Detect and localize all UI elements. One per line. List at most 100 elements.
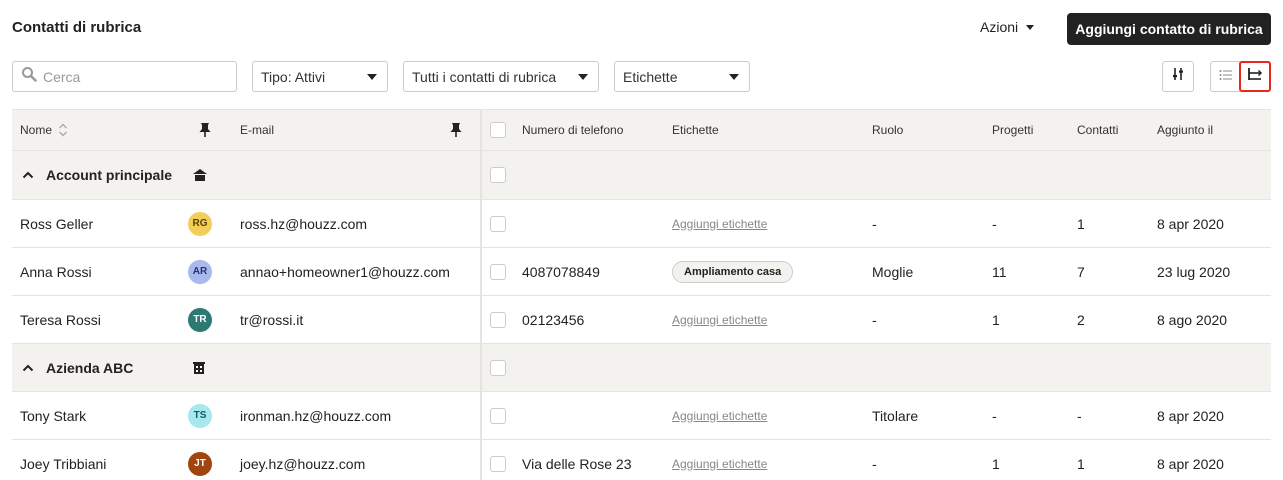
pinned-columns-divider	[480, 200, 482, 247]
column-header-name[interactable]: Nome	[20, 110, 68, 150]
group-toggle[interactable]: Account principale	[22, 151, 172, 199]
group-row[interactable]: Azienda ABC	[12, 344, 1271, 392]
pinned-columns-divider	[480, 392, 482, 439]
contact-contacts: 7	[1077, 263, 1085, 280]
avatar-cell: AR	[188, 248, 212, 295]
table-row[interactable]: Ross Geller RG ross.hz@houzz.com Aggiung…	[12, 200, 1271, 248]
contact-projects: 1	[992, 455, 1000, 472]
filter-bar: Tipo: Attivi Tutti i contatti di rubrica…	[0, 61, 1283, 93]
row-checkbox[interactable]	[490, 215, 506, 232]
contact-phone: 02123456	[522, 311, 585, 328]
sort-icon	[58, 123, 68, 137]
tag-badge[interactable]: Ampliamento casa	[672, 260, 794, 283]
column-header-phone[interactable]: Numero di telefono	[522, 110, 623, 150]
search-input[interactable]	[43, 68, 223, 85]
contact-name[interactable]: Ross Geller	[20, 200, 93, 247]
pinned-columns-divider	[480, 440, 482, 480]
contact-email: joey.hz@houzz.com	[240, 455, 366, 472]
tags-filter-label: Etichette	[623, 68, 678, 85]
row-checkbox[interactable]	[490, 311, 506, 328]
contact-projects: 1	[992, 311, 1000, 328]
column-header-added[interactable]: Aggiunto il	[1157, 110, 1213, 150]
book-filter-label: Tutti i contatti di rubrica	[412, 68, 557, 85]
contact-projects: -	[992, 407, 997, 424]
list-view-button[interactable]	[1210, 61, 1242, 92]
actions-menu-button[interactable]: Azioni	[980, 19, 1035, 35]
row-checkbox[interactable]	[490, 455, 506, 472]
contact-added: 23 lug 2020	[1157, 263, 1231, 280]
contact-added: 8 ago 2020	[1157, 311, 1228, 328]
type-filter-label: Tipo: Attivi	[261, 68, 326, 85]
actions-label: Azioni	[980, 19, 1019, 35]
column-header-name-label: Nome	[20, 123, 53, 137]
group-name: Azienda ABC	[46, 359, 134, 376]
group-checkbox-cell	[490, 344, 506, 391]
add-tags-link[interactable]: Aggiungi etichette	[672, 313, 767, 327]
pin-name-column-button[interactable]	[198, 110, 212, 150]
tags-cell: Aggiungi etichette	[672, 440, 767, 480]
columns-view-button[interactable]	[1239, 61, 1271, 92]
select-all-checkbox-cell	[490, 110, 506, 150]
pinned-columns-divider	[480, 344, 482, 391]
contact-added: 8 apr 2020	[1157, 455, 1224, 472]
type-filter-select[interactable]: Tipo: Attivi	[252, 61, 388, 92]
pinned-columns-divider	[480, 151, 482, 199]
contact-role: Titolare	[872, 407, 919, 424]
chevron-down-icon	[729, 73, 739, 80]
avatar-cell: JT	[188, 440, 212, 480]
group-toggle[interactable]: Azienda ABC	[22, 344, 133, 391]
add-tags-link[interactable]: Aggiungi etichette	[672, 409, 767, 423]
row-checkbox-cell	[490, 440, 506, 480]
group-checkbox[interactable]	[490, 167, 506, 183]
contact-name[interactable]: Anna Rossi	[20, 248, 92, 295]
contact-name[interactable]: Teresa Rossi	[20, 296, 101, 343]
contact-role: Moglie	[872, 263, 914, 280]
pin-email-column-button[interactable]	[449, 110, 463, 150]
group-checkbox[interactable]	[490, 359, 506, 376]
contact-email: annao+homeowner1@houzz.com	[240, 263, 450, 280]
contact-contacts: 2	[1077, 311, 1085, 328]
contact-email: tr@rossi.it	[240, 311, 304, 328]
contact-role: -	[872, 311, 877, 328]
avatar: RG	[188, 211, 212, 236]
add-contact-button[interactable]: Aggiungi contatto di rubrica	[1067, 13, 1271, 45]
contact-projects: 11	[992, 263, 1007, 280]
table-row[interactable]: Joey Tribbiani JT joey.hz@houzz.com Via …	[12, 440, 1271, 480]
tags-filter-select[interactable]: Etichette	[614, 61, 750, 92]
pinned-columns-divider	[480, 248, 482, 295]
column-header-tags[interactable]: Etichette	[672, 110, 719, 150]
table-row[interactable]: Anna Rossi AR annao+homeowner1@houzz.com…	[12, 248, 1271, 296]
table-row[interactable]: Tony Stark TS ironman.hz@houzz.com Aggiu…	[12, 392, 1271, 440]
column-header-projects[interactable]: Progetti	[992, 110, 1033, 150]
search-icon	[21, 66, 37, 87]
avatar: AR	[188, 259, 212, 284]
group-checkbox-cell	[490, 151, 506, 199]
select-all-checkbox[interactable]	[490, 122, 506, 138]
add-tags-link[interactable]: Aggiungi etichette	[672, 457, 767, 471]
row-checkbox-cell	[490, 200, 506, 247]
contact-name[interactable]: Joey Tribbiani	[20, 440, 106, 480]
column-header-contacts[interactable]: Contatti	[1077, 110, 1118, 150]
book-filter-select[interactable]: Tutti i contatti di rubrica	[403, 61, 599, 92]
filter-settings-button[interactable]	[1162, 61, 1194, 92]
avatar-cell: RG	[188, 200, 212, 247]
chevron-down-icon	[1026, 25, 1035, 30]
group-row[interactable]: Account principale	[12, 151, 1271, 200]
add-tags-link[interactable]: Aggiungi etichette	[672, 217, 767, 231]
column-header-email[interactable]: E-mail	[240, 110, 274, 150]
building-icon	[192, 344, 206, 391]
contact-name[interactable]: Tony Stark	[20, 392, 86, 439]
row-checkbox[interactable]	[490, 263, 506, 280]
table-header: Nome E-mail Numero di telefono Etichette…	[12, 109, 1271, 151]
column-header-role[interactable]: Ruolo	[872, 110, 903, 150]
avatar: TR	[188, 307, 212, 332]
pinned-columns-divider	[480, 110, 482, 150]
table-row[interactable]: Teresa Rossi TR tr@rossi.it 02123456 Agg…	[12, 296, 1271, 344]
row-checkbox-cell	[490, 296, 506, 343]
contact-contacts: -	[1077, 407, 1082, 424]
search-box[interactable]	[12, 61, 237, 92]
avatar-cell: TS	[188, 392, 212, 439]
chevron-up-icon	[22, 364, 34, 372]
chevron-down-icon	[367, 73, 377, 80]
row-checkbox[interactable]	[490, 407, 506, 424]
